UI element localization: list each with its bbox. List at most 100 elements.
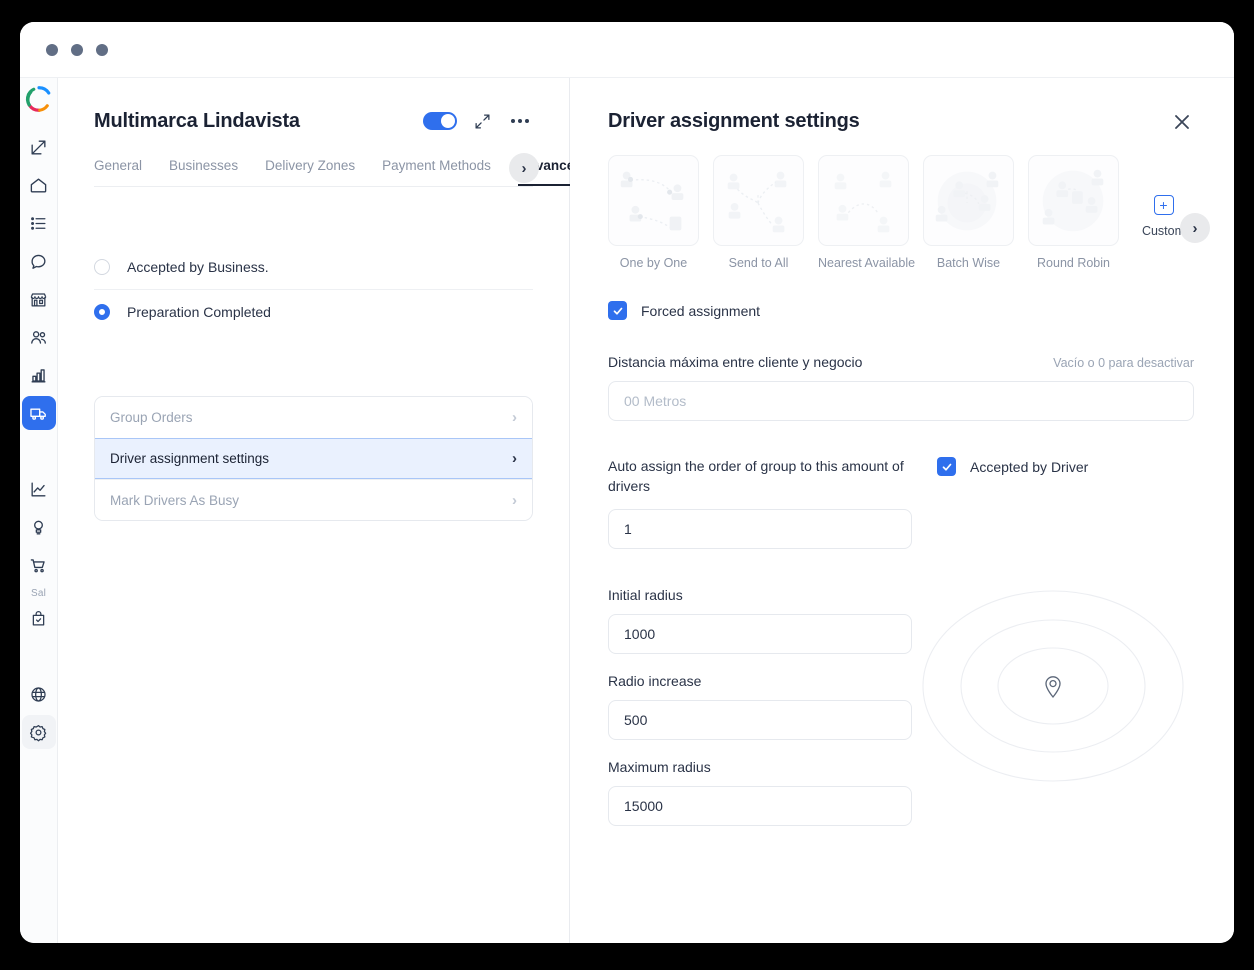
driver-assignment-settings-panel: Driver assignment settings One by One Se…: [570, 78, 1234, 943]
expand-button[interactable]: [469, 108, 495, 134]
business-enabled-toggle[interactable]: [423, 112, 457, 130]
method-label: One by One: [619, 256, 688, 270]
map-pin-icon: [1045, 675, 1061, 698]
method-label: Nearest Available: [818, 256, 916, 270]
sidebar-item-cart[interactable]: [22, 548, 56, 582]
delivery-truck-icon: [30, 407, 46, 420]
app-window: Sal Multimarca Lindavista General Busine…: [20, 22, 1234, 943]
users-icon: [31, 330, 46, 344]
chevron-right-icon: ›: [512, 491, 517, 509]
page-title: Multimarca Lindavista: [94, 109, 300, 132]
add-custom-method-button[interactable]: +: [1153, 195, 1174, 215]
tab-payment-methods[interactable]: Payment Methods: [382, 158, 491, 186]
radio-increase-input[interactable]: 500: [608, 699, 912, 740]
sidebar-item-users[interactable]: [22, 320, 56, 354]
radio-label: Preparation Completed: [127, 304, 271, 320]
sidebar-item-settings[interactable]: [21, 715, 56, 749]
list-icon: [31, 216, 46, 230]
batch-wise-illustration: [923, 155, 1014, 246]
method-label: Batch Wise: [936, 256, 1001, 270]
sidebar-item-analytics[interactable]: [22, 472, 56, 506]
forced-assignment-checkbox[interactable]: [608, 301, 627, 320]
store-icon: [30, 292, 47, 306]
list-item-label: Mark Drivers As Busy: [110, 492, 240, 508]
list-item-mark-drivers-as-busy[interactable]: Mark Drivers As Busy ›: [95, 479, 532, 520]
left-panel-header: Multimarca Lindavista: [94, 108, 533, 134]
radio-preparation-completed[interactable]: Preparation Completed: [94, 289, 533, 334]
window-dot-1[interactable]: [46, 43, 58, 56]
check-icon: [942, 463, 951, 471]
auto-assign-input[interactable]: 1: [608, 508, 912, 549]
max-distance-hint: Vacío o 0 para desactivar: [1053, 356, 1194, 370]
chevron-right-icon: ›: [512, 409, 517, 426]
chevron-right-icon: ›: [512, 450, 517, 467]
tab-general[interactable]: General: [94, 158, 142, 186]
radio-accepted-by-business[interactable]: Accepted by Business.: [94, 245, 533, 289]
radio-increase-field: Radio increase 500: [608, 673, 912, 740]
one-by-one-illustration: [608, 155, 699, 246]
tabs-scroll-next-button[interactable]: ›: [509, 153, 539, 183]
sidebar-item-businesses[interactable]: [22, 282, 56, 316]
settings-list: Group Orders › Driver assignment setting…: [94, 396, 533, 521]
close-icon[interactable]: [1170, 110, 1194, 134]
bag-check-icon: [32, 610, 45, 625]
initial-radius-input[interactable]: 1000: [608, 613, 912, 654]
more-horizontal-icon: [511, 119, 529, 123]
radius-preview-diagram: [900, 573, 1206, 803]
bar-chart-icon: [31, 368, 46, 383]
sidebar-item-messages[interactable]: [22, 244, 56, 278]
method-label: Send to All: [728, 256, 789, 270]
panel-title: Driver assignment settings: [608, 110, 860, 132]
expand-arrows-icon: [474, 113, 490, 129]
maximum-radius-input[interactable]: 15000: [608, 785, 912, 826]
brand-logo-icon[interactable]: [24, 84, 54, 114]
sidebar-item-drivers[interactable]: [21, 396, 56, 430]
list-item-group-orders[interactable]: Group Orders ›: [95, 397, 532, 438]
tab-bar: General Businesses Delivery Zones Paymen…: [94, 153, 583, 187]
method-card-nearest-available[interactable]: Nearest Available: [818, 155, 916, 270]
window-dot-2[interactable]: [71, 43, 83, 56]
sidebar-item-external-link[interactable]: [22, 130, 56, 164]
sidebar-item-language[interactable]: [22, 677, 56, 711]
method-card-send-to-all[interactable]: Send to All: [713, 155, 804, 270]
radio-label: Accepted by Business.: [127, 259, 269, 275]
auto-assign-row: Auto assign the order of group to this a…: [608, 457, 1194, 497]
method-label: Round Robin: [1037, 256, 1110, 270]
methods-scroll-next-button[interactable]: ›: [1180, 213, 1210, 243]
home-icon: [30, 177, 47, 193]
method-card-batch-wise[interactable]: Batch Wise: [923, 155, 1014, 270]
sidebar-item-orders-list[interactable]: [22, 206, 56, 240]
initial-radius-field: Initial radius 1000: [608, 587, 912, 654]
round-robin-illustration: [1028, 155, 1119, 246]
max-distance-label-row: Distancia máxima entre cliente y negocio…: [608, 354, 1194, 370]
sidebar-item-orders[interactable]: [22, 601, 56, 635]
check-icon: [613, 307, 622, 315]
max-distance-input[interactable]: 00 Metros: [608, 381, 1194, 421]
method-label: Custom: [1141, 224, 1186, 238]
accepted-by-driver-label: Accepted by Driver: [970, 458, 1089, 475]
chat-bubble-icon: [31, 254, 46, 269]
method-card-round-robin[interactable]: Round Robin: [1028, 155, 1119, 270]
accepted-by-driver-checkbox-row[interactable]: Accepted by Driver: [937, 457, 1088, 476]
list-item-driver-assignment-settings[interactable]: Driver assignment settings ›: [95, 438, 532, 479]
sidebar-item-home[interactable]: [22, 168, 56, 202]
forced-assignment-checkbox-row[interactable]: Forced assignment: [608, 301, 1194, 320]
tab-delivery-zones[interactable]: Delivery Zones: [265, 158, 355, 186]
assignment-method-carousel: One by One Send to All Nearest Available…: [608, 155, 1210, 270]
nearest-available-illustration: [818, 155, 909, 246]
window-titlebar: [20, 22, 1234, 78]
method-card-one-by-one[interactable]: One by One: [608, 155, 699, 270]
sidebar-item-marketing[interactable]: [22, 510, 56, 544]
shopping-cart-icon: [30, 558, 45, 572]
maximum-radius-field: Maximum radius 15000: [608, 759, 912, 826]
tab-businesses[interactable]: Businesses: [169, 158, 238, 186]
maximum-radius-label: Maximum radius: [608, 758, 711, 775]
window-dot-3[interactable]: [96, 43, 108, 56]
accepted-by-driver-checkbox[interactable]: [937, 457, 956, 476]
initial-radius-label: Initial radius: [608, 586, 683, 603]
gear-icon: [29, 724, 47, 741]
lightbulb-icon: [34, 520, 43, 535]
sidebar-item-reports[interactable]: [22, 358, 56, 392]
method-card-custom[interactable]: + Custom: [1133, 155, 1194, 270]
more-options-button[interactable]: [507, 108, 533, 134]
